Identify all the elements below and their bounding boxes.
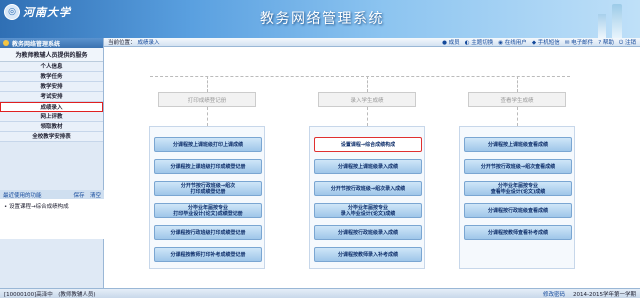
toolbar-link[interactable]: ⏻ 注销 xyxy=(619,38,636,47)
action-button[interactable]: 分毕业年届按专业 录入毕业设计(论文)成绩 xyxy=(314,203,422,218)
save-link[interactable]: 保存 xyxy=(73,193,84,199)
change-password-link[interactable]: 修改密码 xyxy=(543,290,565,298)
status-bar: [10000100]高泽中 (教师教辅人员) 修改密码 2014-2015学年第… xyxy=(0,288,640,298)
recent-functions-panel: 最近使用的功能 保存 清空 • 设置课程→综合成绩构成 xyxy=(0,190,104,239)
action-button[interactable]: 分课程按教师打印补考成绩登记册 xyxy=(154,247,262,262)
university-logo: ◎ 河南大学 xyxy=(4,2,71,22)
column-group: 设置课程→综合成绩构成 分课程按上课班级录入成绩 分开节按行政班级→组次录入成绩 分毕… xyxy=(309,126,425,269)
toolbar-links: ● 成员 ◐ 主题切换 ◉ 在线用户 ◆ 手机短信 ✉ 电子邮件 ? 帮助 ⏻ 注销 xyxy=(442,38,640,47)
recent-header: 最近使用的功能 保存 清空 xyxy=(0,190,104,199)
logo-text: 河南大学 xyxy=(23,6,71,19)
column-group: 分课程按上课班级查看成绩 分开节按行政班级→组次查看成绩 分毕业年届按专业 查看毕业… xyxy=(459,126,575,269)
recent-item[interactable]: 设置课程→综合成绩构成 xyxy=(9,204,69,210)
action-button[interactable]: 分开节按行政班级→组次录入成绩 xyxy=(314,181,422,196)
university-seal-icon: ◎ xyxy=(4,4,20,20)
left-sidebar: 教务网络管理系统 为教师教辅人员提供的服务 个人信息 教学任务 教学安排 考试安排 成绩… xyxy=(0,38,104,288)
tower-graphic xyxy=(612,4,622,38)
clear-link[interactable]: 清空 xyxy=(90,193,101,199)
action-button[interactable]: 分课程按上课班级查看成绩 xyxy=(464,137,572,152)
sidebar-item[interactable]: 教学安排 xyxy=(0,82,103,92)
toolbar-link[interactable]: ● 成员 xyxy=(442,38,460,47)
sidebar-item[interactable]: 全校教学安排表 xyxy=(0,132,103,142)
system-title: 教务网络管理系统 xyxy=(260,11,384,27)
action-button[interactable]: 分课程按教师查看补考成绩 xyxy=(464,225,572,240)
action-button[interactable]: 分课程按教师录入补考成绩 xyxy=(314,247,422,262)
recent-title: 最近使用的功能 xyxy=(3,192,42,199)
breadcrumb-current[interactable]: 成绩录入 xyxy=(138,40,160,46)
action-button[interactable]: 分课程按上课班级录入成绩 xyxy=(314,159,422,174)
action-button[interactable]: 分开节按行政班级→组次 打印成绩登记册 xyxy=(154,181,262,196)
toolbar-link[interactable]: ✉ 电子邮件 xyxy=(565,38,593,47)
sidebar-header: 教务网络管理系统 xyxy=(0,38,103,48)
sidebar-item[interactable]: 教学任务 xyxy=(0,72,103,82)
column-header: 查看学生成绩 xyxy=(468,92,566,107)
action-button[interactable]: 分课程按上课班级打印上课成绩 xyxy=(154,137,262,152)
sidebar-menu: 个人信息 教学任务 教学安排 考试安排 成绩录入 网上评教 领取教材 全校教学安排表 xyxy=(0,62,103,142)
column-group: 分课程按上课班级打印上课成绩 分课程按上课班级打印成绩登记册 分开节按行政班级→组次… xyxy=(149,126,265,269)
toolbar-link[interactable]: ◐ 主题切换 xyxy=(465,38,494,47)
globe-icon xyxy=(3,40,9,46)
sidebar-section-title: 为教师教辅人员提供的服务 xyxy=(0,48,103,62)
header-banner: ◎ 河南大学 教务网络管理系统 xyxy=(0,0,640,38)
toolbar-link[interactable]: ? 帮助 xyxy=(598,38,614,47)
main-content: 打印成绩登记册 分课程按上课班级打印上课成绩 分课程按上课班级打印成绩登记册 分开节按… xyxy=(104,47,640,288)
column-header: 打印成绩登记册 xyxy=(158,92,256,107)
action-button[interactable]: 分毕业年届按专业 打印毕业设计(论文)成绩登记册 xyxy=(154,203,262,218)
user-info: [10000100]高泽中 (教师教辅人员) xyxy=(4,291,96,298)
action-button[interactable]: 分课程按行政班级打印成绩登记册 xyxy=(154,225,262,240)
action-button[interactable]: 分毕业年届按专业 查看毕业设计(论文)成绩 xyxy=(464,181,572,196)
toolbar-link[interactable]: ◉ 在线用户 xyxy=(498,38,527,47)
breadcrumb: 当前位置： 成绩录入 xyxy=(108,40,160,46)
sidebar-item[interactable]: 考试安排 xyxy=(0,92,103,102)
sidebar-item[interactable]: 网上评教 xyxy=(0,112,103,122)
action-button[interactable]: 分课程按行政班级录入成绩 xyxy=(314,225,422,240)
action-button[interactable]: 设置课程→综合成绩构成 xyxy=(314,137,422,152)
action-button[interactable]: 分课程按行政班级查看成绩 xyxy=(464,203,572,218)
top-toolbar: 当前位置： 成绩录入 ● 成员 ◐ 主题切换 ◉ 在线用户 ◆ 手机短信 ✉ 电子邮件 ? … xyxy=(104,38,640,47)
column-header: 录入学生成绩 xyxy=(318,92,416,107)
recent-list: • 设置课程→综合成绩构成 xyxy=(0,199,104,239)
term-label: 2014-2015学年第一学期 xyxy=(573,291,636,298)
action-button[interactable]: 分课程按上课班级打印成绩登记册 xyxy=(154,159,262,174)
sidebar-item[interactable]: 领取教材 xyxy=(0,122,103,132)
sidebar-item[interactable]: 个人信息 xyxy=(0,62,103,72)
action-button[interactable]: 分开节按行政班级→组次查看成绩 xyxy=(464,159,572,174)
toolbar-link[interactable]: ◆ 手机短信 xyxy=(532,38,560,47)
building-graphic xyxy=(598,14,606,38)
sidebar-item[interactable]: 成绩录入 xyxy=(0,102,103,112)
